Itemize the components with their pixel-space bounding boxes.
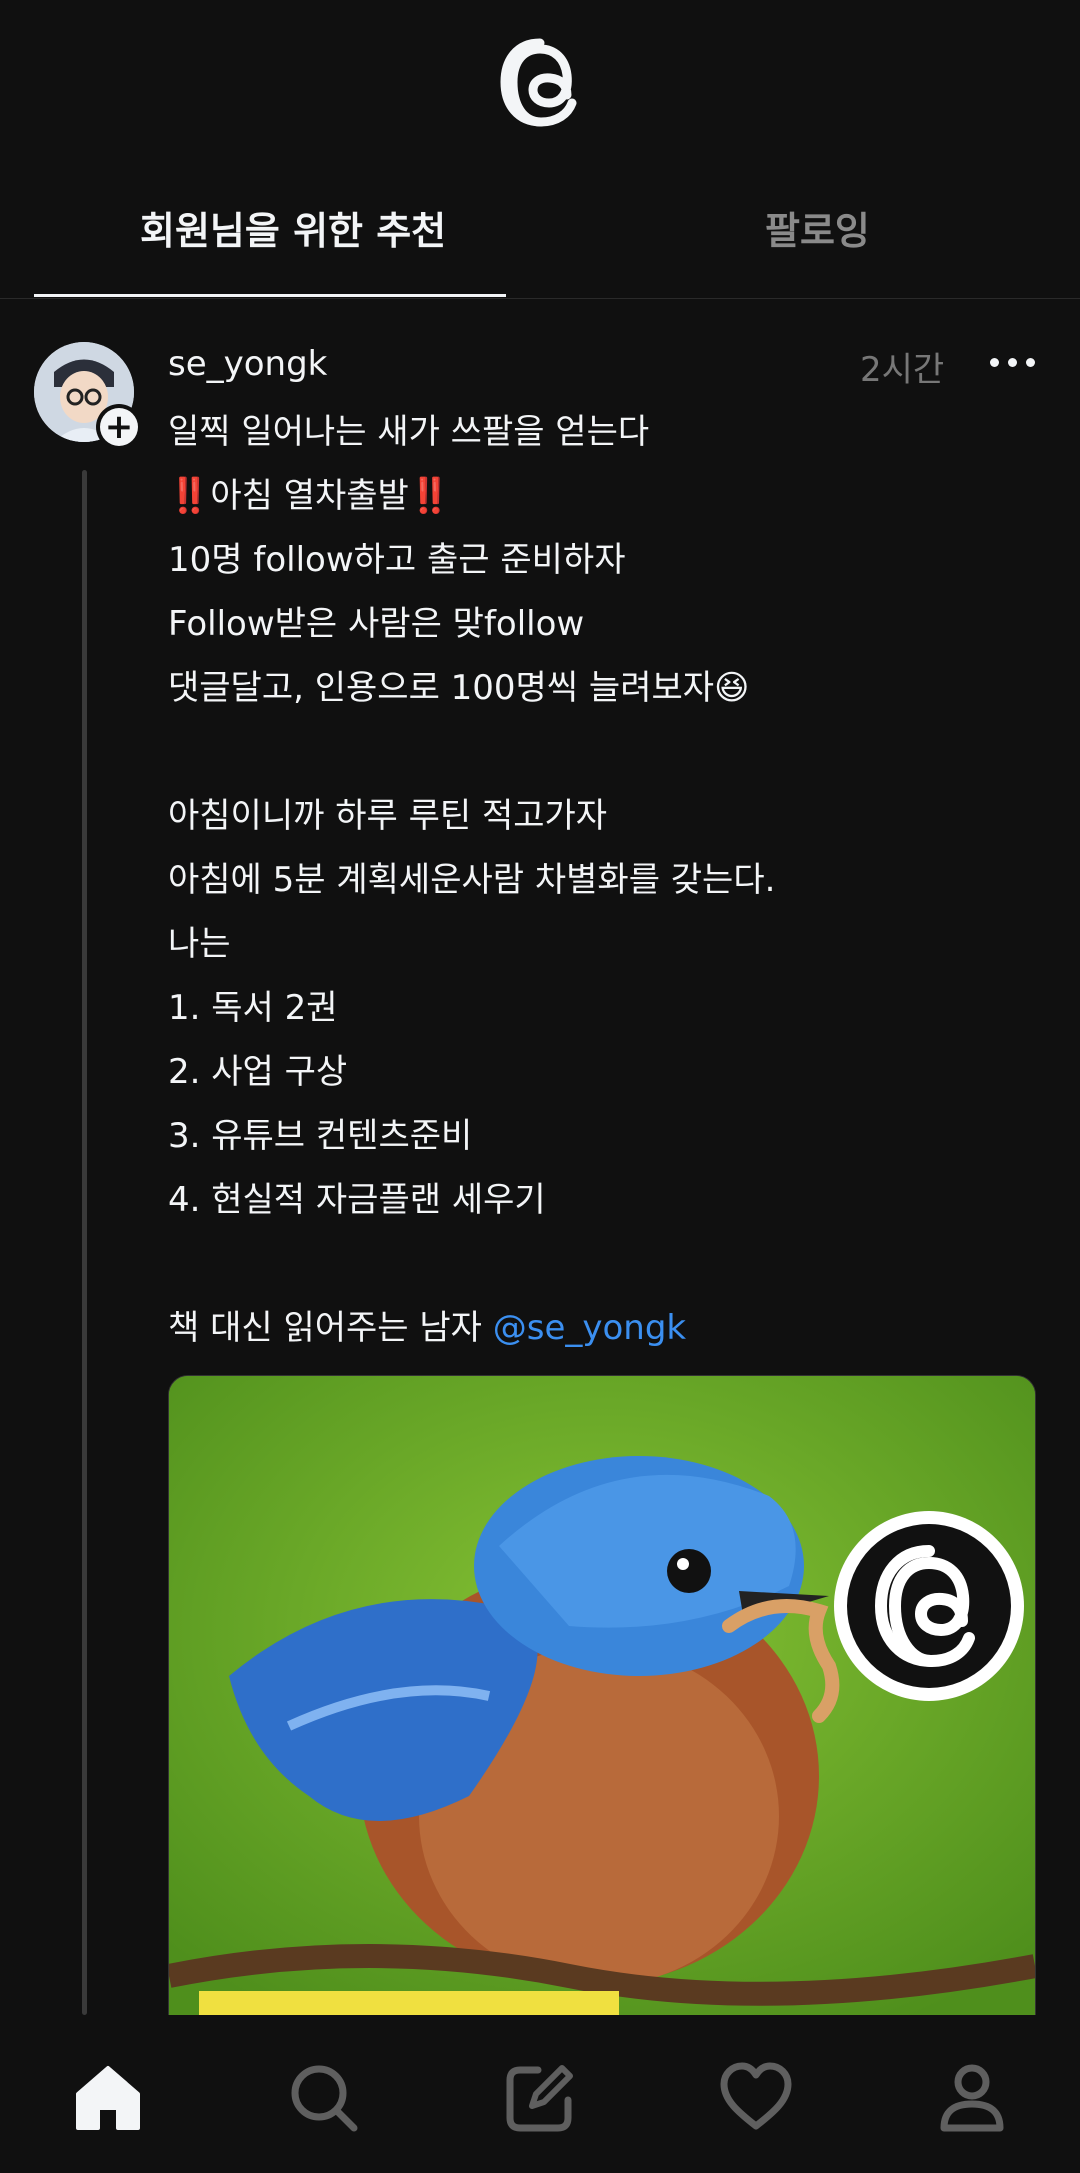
post-image[interactable] bbox=[168, 1375, 1036, 2017]
threads-logo-icon[interactable] bbox=[495, 35, 585, 130]
heart-icon[interactable] bbox=[718, 2060, 794, 2136]
post-line: 10명 follow하고 출근 준비하자 bbox=[168, 540, 626, 580]
post-line: 4. 현실적 자금플랜 세우기 bbox=[168, 1180, 546, 1220]
bluebird-eating-worm-image bbox=[169, 1376, 1035, 2016]
post-line: 아침이니까 하루 루틴 적고가자 bbox=[168, 796, 608, 836]
post-line: 일찍 일어나는 새가 쓰팔을 얻는다 bbox=[168, 412, 650, 452]
post-line bbox=[168, 720, 1048, 784]
post-line: 아침에 5분 계획세운사람 차별화를 갖는다. bbox=[168, 860, 776, 900]
bottom-navigation bbox=[0, 2015, 1080, 2173]
tab-for-you[interactable]: 회원님을 위한 추천 bbox=[140, 200, 446, 255]
post-text: 일찍 일어나는 새가 쓰팔을 얻는다 ‼️아침 열차출발‼️ 10명 follo… bbox=[168, 400, 1048, 1360]
post-line: 3. 유튜브 컨텐츠준비 bbox=[168, 1116, 473, 1156]
post-line: 댓글달고, 인용으로 100명씩 늘려보자😆 bbox=[168, 668, 750, 708]
search-icon[interactable] bbox=[286, 2060, 362, 2136]
more-options-icon[interactable] bbox=[990, 344, 1036, 384]
profile-icon[interactable] bbox=[934, 2060, 1010, 2136]
post-time: 2시간 bbox=[860, 350, 945, 390]
follow-plus-button[interactable]: + bbox=[96, 404, 142, 450]
post-line: 나는 bbox=[168, 924, 231, 964]
post-username[interactable]: se_yongk bbox=[168, 344, 327, 384]
post-line: ‼️아침 열차출발‼️ bbox=[168, 476, 452, 516]
post-line-text: 책 대신 읽어주는 남자 bbox=[168, 1308, 493, 1348]
active-tab-indicator bbox=[34, 294, 506, 297]
threads-app: 회원님을 위한 추천 팔로잉 + se_yongk 2시간 일찍 일어나는 새가… bbox=[0, 0, 1080, 2173]
feed-tabs: 회원님을 위한 추천 팔로잉 bbox=[0, 170, 1080, 300]
tabs-divider bbox=[0, 298, 1080, 299]
home-icon[interactable] bbox=[70, 2060, 146, 2136]
compose-icon[interactable] bbox=[502, 2060, 578, 2136]
mention-link[interactable]: @se_yongk bbox=[493, 1308, 686, 1348]
post-line-mention: 책 대신 읽어주는 남자 @se_yongk bbox=[168, 1296, 1048, 1360]
thread-line bbox=[82, 470, 87, 2015]
post-line: 2. 사업 구상 bbox=[168, 1052, 348, 1092]
post-line: Follow받은 사람은 맞follow bbox=[168, 604, 585, 644]
post-line: 1. 독서 2권 bbox=[168, 988, 338, 1028]
tab-following[interactable]: 팔로잉 bbox=[765, 200, 870, 255]
post-line bbox=[168, 1232, 1048, 1296]
plus-icon: + bbox=[100, 408, 138, 446]
